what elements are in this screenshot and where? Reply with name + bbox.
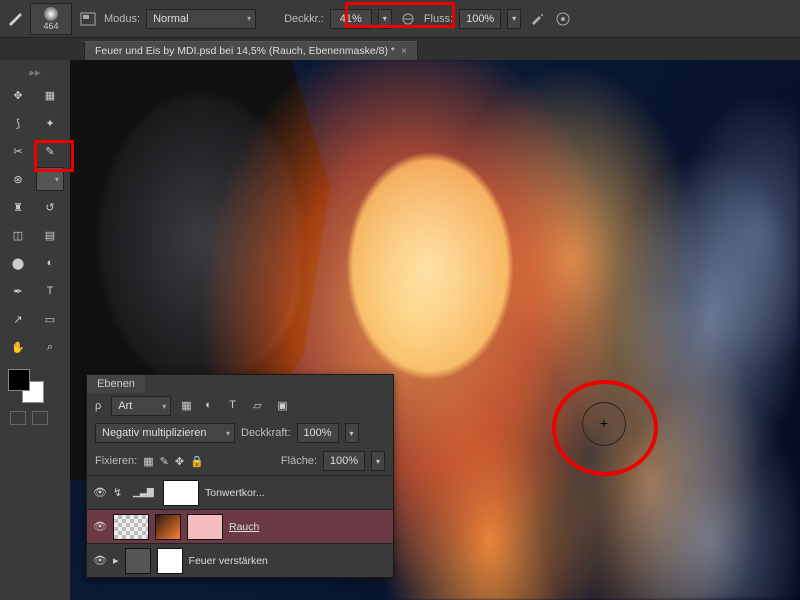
lock-label: Fixieren: bbox=[95, 455, 137, 467]
tool-shape[interactable]: ▭ bbox=[36, 307, 64, 331]
filter-type-icon[interactable]: T bbox=[229, 399, 243, 413]
layer-name[interactable]: Feuer verstärken bbox=[189, 555, 268, 567]
tool-preset-icon[interactable] bbox=[6, 10, 24, 28]
tool-lasso[interactable]: ⟆ bbox=[4, 111, 32, 135]
layer-opacity-input[interactable]: 100% bbox=[297, 423, 339, 443]
tool-heal[interactable]: ⊛ bbox=[4, 167, 32, 191]
visibility-icon[interactable]: 👁 bbox=[93, 486, 107, 499]
layers-panel-tab[interactable]: Ebenen bbox=[87, 375, 145, 393]
layer-row[interactable]: 👁 ↯ ▁▃▇ Tonwertkor... bbox=[87, 475, 393, 509]
tool-stamp[interactable]: ♜ bbox=[4, 195, 32, 219]
tool-crop[interactable]: ✂ bbox=[4, 139, 32, 163]
layer-opacity-dropdown[interactable]: ▾ bbox=[345, 423, 359, 443]
quickmask-icon[interactable] bbox=[10, 411, 26, 425]
link-icon[interactable]: ↯ bbox=[113, 486, 127, 499]
pressure-size-icon[interactable] bbox=[553, 10, 573, 28]
tool-blur[interactable]: ⬤ bbox=[4, 251, 32, 275]
tool-eyedrop[interactable]: ✎ bbox=[36, 139, 64, 163]
visibility-icon[interactable]: 👁 bbox=[93, 520, 107, 533]
foreground-swatch[interactable] bbox=[8, 369, 30, 391]
tool-history-brush[interactable]: ↺ bbox=[36, 195, 64, 219]
mask-thumb[interactable] bbox=[163, 480, 199, 506]
tool-hand[interactable]: ✋ bbox=[4, 335, 32, 359]
filter-pixel-icon[interactable]: ▦ bbox=[181, 399, 195, 413]
tool-type[interactable]: T bbox=[36, 279, 64, 303]
layer-name[interactable]: Rauch bbox=[229, 521, 259, 533]
filter-kind-select[interactable]: Art bbox=[111, 396, 171, 416]
quickmask-row bbox=[4, 411, 66, 425]
opacity-dropdown[interactable]: ▾ bbox=[378, 9, 392, 29]
tool-move[interactable]: ✥ bbox=[4, 83, 32, 107]
layer-blend-value: Negativ multiplizieren bbox=[102, 427, 207, 439]
layers-panel: Ebenen ρ Art ▦ ◐ T ▱ ▣ Negativ multipliz… bbox=[86, 374, 394, 578]
options-bar: 464 Modus: Normal Deckkr.: 41% ▾ Fluss: … bbox=[0, 0, 800, 38]
screenmode-icon[interactable] bbox=[32, 411, 48, 425]
blend-mode-value: Normal bbox=[153, 13, 188, 25]
tool-marquee[interactable]: ▦ bbox=[36, 83, 64, 107]
tool-dodge[interactable]: ◐ bbox=[36, 251, 64, 275]
tool-eraser[interactable]: ◫ bbox=[4, 223, 32, 247]
tool-gradient[interactable]: ▤ bbox=[36, 223, 64, 247]
brush-size-value: 464 bbox=[43, 21, 58, 31]
layer-thumb[interactable] bbox=[113, 514, 149, 540]
opacity-value: 41% bbox=[340, 13, 362, 25]
filter-smart-icon[interactable]: ▣ bbox=[277, 399, 291, 413]
group-toggle-icon[interactable]: ▸ bbox=[113, 554, 119, 567]
lock-all-icon[interactable]: 🔒 bbox=[190, 455, 204, 468]
layer-blend-select[interactable]: Negativ multiplizieren bbox=[95, 423, 235, 443]
airbrush-icon[interactable] bbox=[527, 10, 547, 28]
group-thumb[interactable] bbox=[125, 548, 151, 574]
layer-row[interactable]: 👁 Rauch bbox=[87, 509, 393, 543]
blend-mode-select[interactable]: Normal bbox=[146, 9, 256, 29]
document-tab-bar: Feuer und Eis by MDI.psd bei 14,5% (Rauc… bbox=[0, 38, 800, 60]
fill-value: 100% bbox=[330, 455, 358, 467]
tool-zoom[interactable]: ⌕ bbox=[36, 335, 64, 359]
tool-path[interactable]: ↗ bbox=[4, 307, 32, 331]
flow-label: Fluss: bbox=[424, 13, 453, 25]
color-swatches[interactable] bbox=[4, 367, 66, 407]
filter-shape-icon[interactable]: ▱ bbox=[253, 399, 267, 413]
tool-pen[interactable]: ✒ bbox=[4, 279, 32, 303]
brush-preset-picker[interactable]: 464 bbox=[30, 3, 72, 35]
document-tab-title: Feuer und Eis by MDI.psd bei 14,5% (Rauc… bbox=[95, 45, 395, 57]
filter-adjust-icon[interactable]: ◐ bbox=[205, 399, 219, 413]
fill-dropdown[interactable]: ▾ bbox=[371, 451, 385, 471]
tools-collapse-icon[interactable]: ▸▸ bbox=[4, 66, 66, 83]
tools-panel: ▸▸ ✥ ▦ ⟆ ✦ ✂ ✎ ⊛ ♜ ↺ ◫ ▤ ⬤ ◐ ✒ T ↗ ▭ ✋ ⌕ bbox=[0, 60, 70, 600]
layer-row[interactable]: 👁 ▸ Feuer verstärken bbox=[87, 543, 393, 577]
layer-thumb-content[interactable] bbox=[155, 514, 181, 540]
lock-pixels-icon[interactable]: ▦ bbox=[143, 455, 153, 468]
layer-opacity-value: 100% bbox=[303, 427, 331, 439]
tool-wand[interactable]: ✦ bbox=[36, 111, 64, 135]
lock-move-icon[interactable]: ✥ bbox=[175, 455, 184, 468]
document-tab[interactable]: Feuer und Eis by MDI.psd bei 14,5% (Rauc… bbox=[84, 41, 418, 60]
flow-value: 100% bbox=[466, 13, 494, 25]
filter-kind-label: ρ bbox=[95, 400, 101, 412]
close-icon[interactable]: × bbox=[401, 46, 407, 57]
brush-dot-icon bbox=[44, 7, 58, 21]
filter-kind-value: Art bbox=[118, 400, 132, 412]
brush-cursor bbox=[582, 402, 626, 446]
visibility-icon[interactable]: 👁 bbox=[93, 554, 107, 567]
levels-icon: ▁▃▇ bbox=[133, 487, 157, 498]
layer-name[interactable]: Tonwertkor... bbox=[205, 487, 265, 499]
mode-label: Modus: bbox=[104, 13, 140, 25]
brush-panel-toggle-icon[interactable] bbox=[78, 10, 98, 28]
flow-input[interactable]: 100% bbox=[459, 9, 501, 29]
fill-label: Fläche: bbox=[281, 455, 317, 467]
lock-paint-icon[interactable]: ✎ bbox=[160, 455, 169, 468]
tool-brush[interactable] bbox=[36, 167, 64, 191]
fill-input[interactable]: 100% bbox=[323, 451, 365, 471]
mask-thumb[interactable] bbox=[187, 514, 223, 540]
mask-thumb[interactable] bbox=[157, 548, 183, 574]
opacity-input[interactable]: 41% bbox=[330, 9, 372, 29]
flow-dropdown[interactable]: ▾ bbox=[507, 9, 521, 29]
pressure-opacity-icon[interactable] bbox=[398, 10, 418, 28]
layer-opacity-label: Deckkraft: bbox=[241, 427, 291, 439]
opacity-label: Deckkr.: bbox=[284, 13, 324, 25]
